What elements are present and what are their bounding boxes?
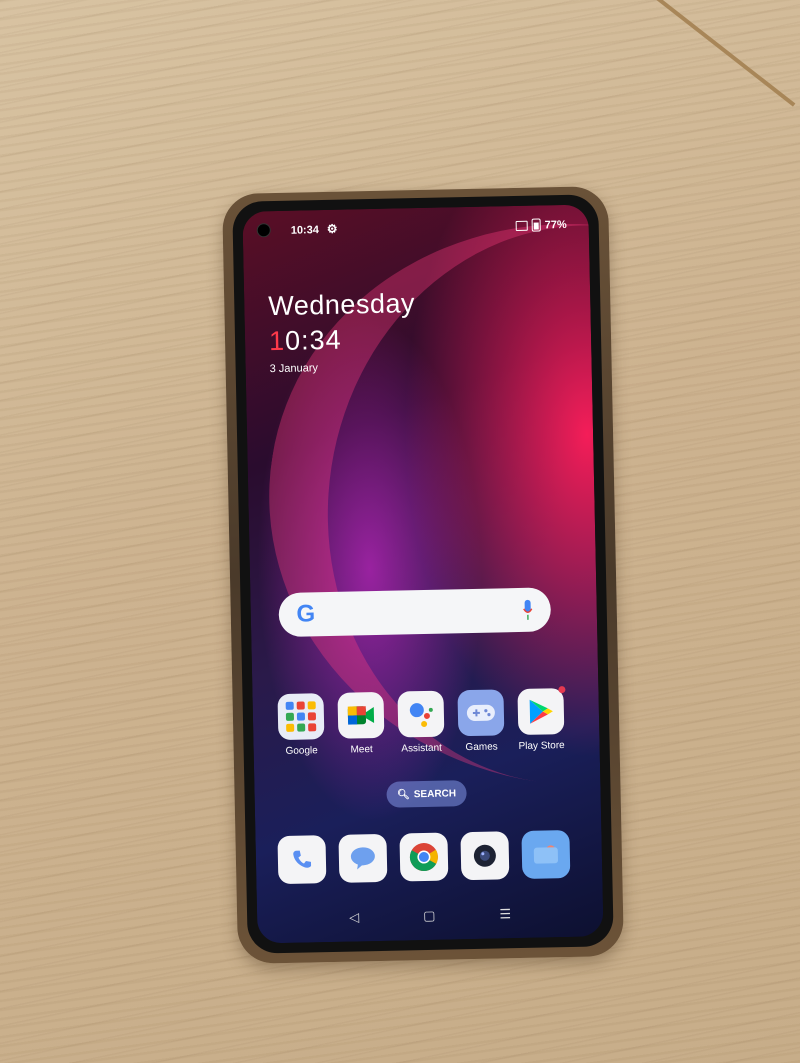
microphone-icon[interactable] bbox=[523, 599, 533, 621]
assistant-icon bbox=[397, 690, 445, 738]
google-search-bar[interactable]: G bbox=[278, 587, 552, 638]
games-icon bbox=[457, 689, 505, 737]
meet-icon bbox=[337, 691, 385, 739]
front-camera bbox=[256, 223, 271, 238]
table-edge bbox=[635, 0, 800, 107]
app-meet[interactable]: Meet bbox=[330, 691, 391, 756]
home-button[interactable]: ▢ bbox=[423, 908, 436, 924]
messages-icon[interactable] bbox=[338, 833, 388, 883]
app-label: Assistant bbox=[401, 742, 443, 755]
battery-icon bbox=[531, 218, 541, 232]
app-play-store[interactable]: Play Store bbox=[510, 686, 571, 753]
home-screen: 10:34 ⚙ 77% Wednesday 10:34 3 January G bbox=[242, 204, 604, 944]
app-search-label: SEARCH bbox=[413, 787, 457, 800]
back-button[interactable]: ◁ bbox=[349, 909, 359, 925]
chrome-icon[interactable] bbox=[399, 832, 449, 882]
google-folder-icon bbox=[277, 693, 325, 741]
notification-dot bbox=[558, 686, 566, 694]
status-time: 10:34 bbox=[290, 224, 320, 237]
app-search-button[interactable]: 🔍︎ SEARCH bbox=[386, 780, 467, 808]
recents-button[interactable]: ☰ bbox=[499, 906, 511, 922]
clock-time: 10:34 bbox=[269, 323, 416, 357]
search-icon: 🔍︎ bbox=[397, 788, 410, 801]
camera-icon[interactable] bbox=[460, 831, 510, 881]
day-of-week: Wednesday bbox=[268, 288, 416, 322]
app-assistant[interactable]: Assistant bbox=[390, 690, 451, 754]
app-label: Meet bbox=[350, 744, 373, 756]
clock-time-first-digit: 1 bbox=[268, 325, 286, 357]
files-icon[interactable] bbox=[521, 829, 571, 879]
phone-body: 10:34 ⚙ 77% Wednesday 10:34 3 January G bbox=[232, 194, 614, 954]
play-store-icon bbox=[517, 686, 566, 736]
clock-widget[interactable]: Wednesday 10:34 3 January bbox=[268, 288, 416, 375]
app-google[interactable]: Google bbox=[270, 693, 331, 757]
battery-level: 77% bbox=[544, 218, 567, 231]
status-indicators: 77% bbox=[515, 218, 567, 232]
phone-icon[interactable] bbox=[277, 835, 327, 885]
app-label: Google bbox=[285, 745, 318, 757]
app-label: Games bbox=[465, 741, 498, 754]
gear-icon: ⚙ bbox=[326, 221, 338, 236]
app-label: Play Store bbox=[518, 740, 565, 753]
clock-time-rest: 0:34 bbox=[284, 324, 342, 356]
navigation-bar: ◁ ▢ ☰ bbox=[257, 904, 603, 927]
app-row: Google Meet Assistant Games Play Store bbox=[270, 686, 571, 757]
google-logo-icon: G bbox=[296, 600, 316, 628]
phone-case: 10:34 ⚙ 77% Wednesday 10:34 3 January G bbox=[221, 186, 625, 964]
dock bbox=[277, 829, 571, 885]
screen-cast-icon bbox=[515, 220, 528, 231]
app-games[interactable]: Games bbox=[450, 689, 511, 753]
